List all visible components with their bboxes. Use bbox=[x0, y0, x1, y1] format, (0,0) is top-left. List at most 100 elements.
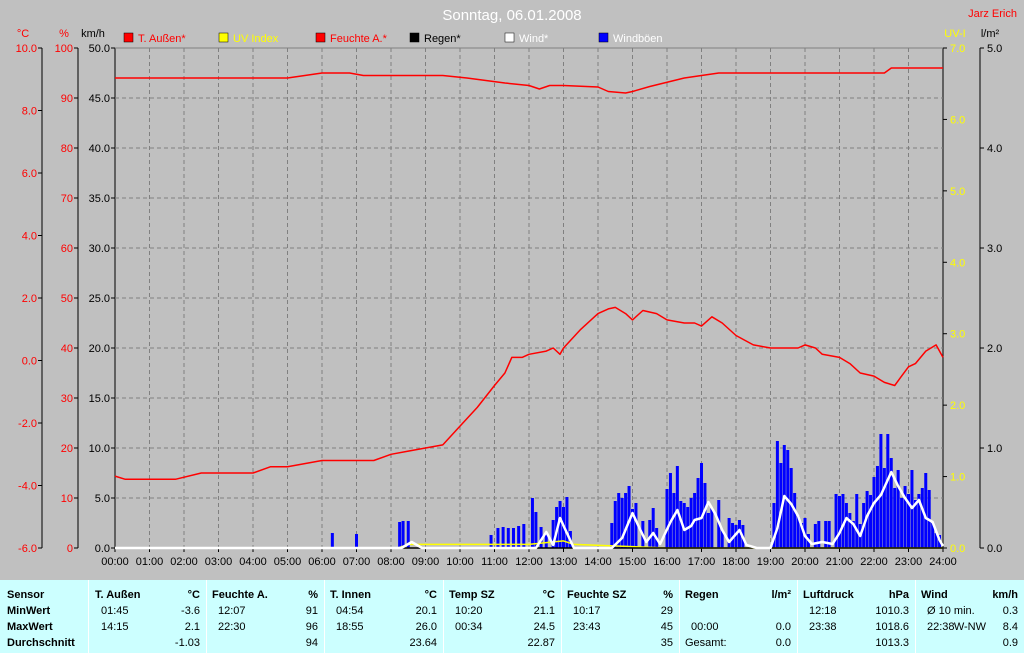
axis-tick-label: 0.0 bbox=[22, 356, 37, 368]
stat-min-value: 91 bbox=[305, 605, 318, 617]
sensor-row-label: MaxWert bbox=[7, 621, 53, 633]
gust-bar bbox=[665, 489, 669, 548]
stat-max-value: 8.4 bbox=[1002, 621, 1018, 633]
stat-min-time: 10:17 bbox=[573, 605, 601, 617]
stat-average: 1013.3 bbox=[875, 637, 909, 649]
axis-unit-label: % bbox=[59, 28, 69, 40]
x-tick-label: 21:00 bbox=[826, 556, 854, 568]
axis-tick-label: 1.0 bbox=[950, 472, 965, 484]
stat-column: Feuchte SZ% 10:17 29 23:43 45 35 bbox=[561, 580, 680, 653]
axis-tick-label: 40.0 bbox=[89, 143, 110, 155]
gust-bar bbox=[651, 508, 655, 548]
gust-bar bbox=[872, 477, 876, 548]
axis-tick-label: 0.0 bbox=[950, 543, 965, 555]
axis-tick-label: -4.0 bbox=[18, 481, 37, 493]
x-tick-label: 04:00 bbox=[239, 556, 267, 568]
axis-tick-label: 5.0 bbox=[987, 43, 1002, 55]
x-tick-label: 08:00 bbox=[377, 556, 405, 568]
sensor-header: Sensor bbox=[7, 589, 45, 601]
stat-column: T. Außen °C 01:45 -3.6 14:15 2.1 -1.03 bbox=[89, 580, 207, 653]
gust-bar bbox=[875, 466, 879, 548]
axis-tick-label: 10.0 bbox=[89, 443, 110, 455]
gust-bar bbox=[700, 463, 703, 548]
stat-column-unit: °C bbox=[542, 589, 555, 601]
stat-min-value: 0.3 bbox=[1002, 605, 1018, 617]
stat-average: 22.87 bbox=[527, 637, 555, 649]
stat-column: Feuchte A.% 12:07 91 22:30 96 94 bbox=[206, 580, 325, 653]
axis-unit-label: UV-I bbox=[944, 28, 965, 40]
gust-bar bbox=[882, 468, 886, 548]
axis-tick-label: 3.0 bbox=[950, 329, 965, 341]
stat-max-value: 1018.6 bbox=[875, 621, 909, 633]
axis-tick-label: 6.0 bbox=[22, 168, 37, 180]
x-tick-label: 22:00 bbox=[860, 556, 888, 568]
gust-bar bbox=[727, 518, 731, 548]
legend-swatch bbox=[504, 32, 515, 43]
x-tick-label: 23:00 bbox=[895, 556, 923, 568]
gust-bar bbox=[565, 497, 569, 548]
stat-column: Wind km/h Ø 10 min. 0.3 22:38 W-NW 8.4 0.9 bbox=[915, 580, 1024, 653]
stat-column: Luftdruck hPa 12:18 1010.3 23:38 1018.6 1013.3 bbox=[797, 580, 916, 653]
stat-column-title: Wind bbox=[921, 589, 948, 601]
axis-tick-label: 0.0 bbox=[95, 543, 110, 555]
stat-max-time: 23:43 bbox=[573, 621, 601, 633]
gust-bar bbox=[855, 494, 859, 548]
x-tick-label: 07:00 bbox=[343, 556, 371, 568]
stat-max-value: 24.5 bbox=[533, 621, 555, 633]
axis-tick-label: 20 bbox=[61, 443, 73, 455]
axis-tick-label: 2.0 bbox=[987, 343, 1002, 355]
axis-tick-label: 10.0 bbox=[16, 43, 37, 55]
axis-tick-label: 70 bbox=[61, 193, 73, 205]
axis-tick-label: 0 bbox=[67, 543, 73, 555]
stat-average: 0.9 bbox=[1002, 637, 1018, 649]
stat-column-title: Luftdruck bbox=[803, 589, 854, 601]
stat-min-time: 10:20 bbox=[455, 605, 483, 617]
gust-bar bbox=[489, 535, 493, 548]
stat-max-value: 2.1 bbox=[184, 621, 200, 633]
legend-label: Wind* bbox=[519, 33, 549, 45]
x-tick-label: 03:00 bbox=[205, 556, 233, 568]
stat-column: Temp SZ °C 10:20 21.1 00:34 24.5 22.87 bbox=[443, 580, 562, 653]
stat-column-title: T. Außen bbox=[95, 589, 141, 601]
axis-tick-label: 2.0 bbox=[22, 293, 37, 305]
x-tick-label: 14:00 bbox=[584, 556, 612, 568]
stat-min-time: 04:54 bbox=[336, 605, 364, 617]
gust-bar bbox=[401, 521, 405, 548]
axis-tick-label: 40 bbox=[61, 343, 73, 355]
axis-tick-label: 80 bbox=[61, 143, 73, 155]
sensor-row-label: Durchschnitt bbox=[7, 637, 75, 649]
gust-bar bbox=[920, 488, 924, 548]
x-tick-label: 11:00 bbox=[481, 556, 508, 568]
stat-average: 35 bbox=[660, 637, 673, 649]
axis-tick-label: 6.0 bbox=[950, 114, 965, 126]
x-tick-label: 05:00 bbox=[274, 556, 302, 568]
axis-tick-label: 60 bbox=[61, 243, 73, 255]
stat-column-title: T. Innen bbox=[330, 589, 371, 601]
stat-column-unit: °C bbox=[187, 589, 200, 601]
legend-label: Windböen bbox=[613, 33, 663, 45]
x-tick-label: 12:00 bbox=[515, 556, 543, 568]
gust-bar bbox=[869, 495, 873, 548]
stat-column-unit: °C bbox=[424, 589, 437, 601]
axis-tick-label: 5.0 bbox=[95, 493, 110, 505]
stat-max-time: 23:38 bbox=[809, 621, 837, 633]
gust-bar bbox=[530, 498, 534, 548]
stat-min-value: 21.1 bbox=[533, 605, 555, 617]
legend-swatch bbox=[315, 32, 326, 43]
stat-average: 0.0 bbox=[775, 637, 791, 649]
stat-average: 23.64 bbox=[409, 637, 437, 649]
stat-max-value: 0.0 bbox=[775, 621, 791, 633]
x-tick-label: 16:00 bbox=[653, 556, 681, 568]
axis-tick-label: 30.0 bbox=[89, 243, 110, 255]
axis-tick-label: 90 bbox=[61, 93, 73, 105]
sensor-column: Sensor MinWert MaxWert Durchschnitt bbox=[0, 580, 89, 653]
stat-max-time: 18:55 bbox=[336, 621, 364, 633]
axis-tick-label: 4.0 bbox=[22, 231, 37, 243]
stat-column-unit: % bbox=[663, 589, 673, 601]
axis-tick-label: 2.0 bbox=[950, 400, 965, 412]
gust-bar bbox=[672, 493, 676, 548]
stat-column-unit: % bbox=[308, 589, 318, 601]
axis-unit-label: °C bbox=[17, 28, 29, 40]
stat-column-title: Feuchte A. bbox=[212, 589, 268, 601]
weather-chart: Sonntag, 06.01.2008 Jarz Erich T. Außen*… bbox=[16, 7, 1017, 568]
